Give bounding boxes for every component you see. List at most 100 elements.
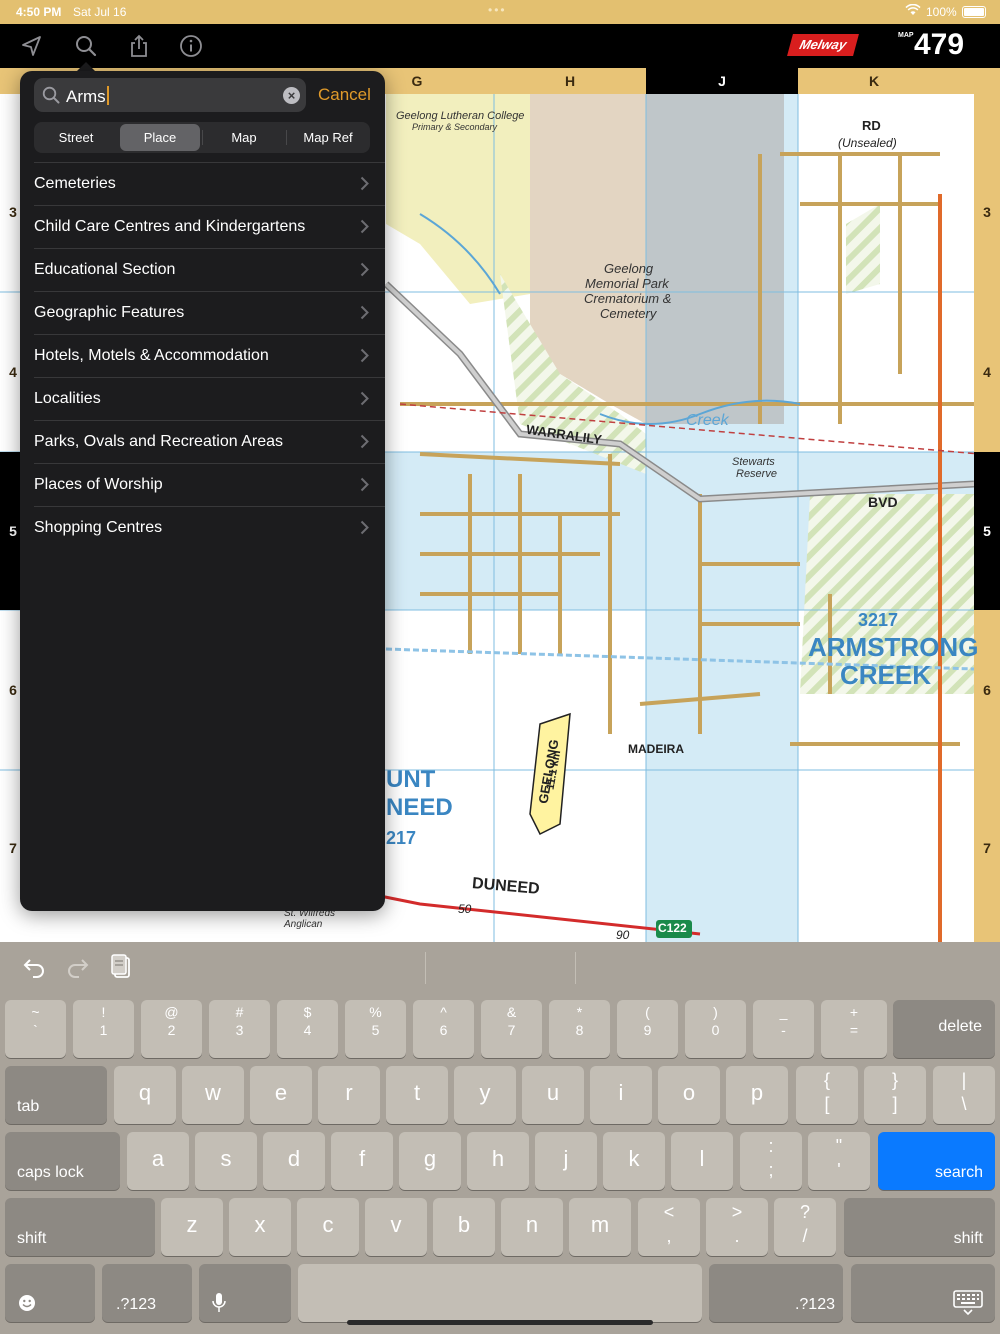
location-arrow-icon[interactable] (20, 34, 44, 58)
key-quote[interactable]: " ' (808, 1132, 870, 1190)
search-key[interactable]: search (878, 1132, 995, 1190)
hide-keyboard-key[interactable] (851, 1264, 995, 1322)
key-l[interactable]: l (671, 1132, 733, 1190)
map-label-anglican: St. Wilfreds Anglican (284, 908, 336, 930)
segment-map[interactable]: Map (204, 124, 284, 151)
redo-icon[interactable] (66, 956, 90, 978)
key-left-bracket[interactable]: {[ (796, 1066, 858, 1124)
map-label-college-sub: Primary & Secondary (412, 122, 498, 132)
key-h[interactable]: h (467, 1132, 529, 1190)
list-item-localities[interactable]: Localities (34, 377, 385, 420)
key-z[interactable]: z (161, 1198, 223, 1256)
map-word-label: MAP (898, 32, 914, 39)
key-u[interactable]: u (522, 1066, 584, 1124)
key-semicolon[interactable]: :; (740, 1132, 802, 1190)
key-right-bracket[interactable]: }] (864, 1066, 926, 1124)
key-t[interactable]: t (386, 1066, 448, 1124)
list-item-shopping[interactable]: Shopping Centres (34, 506, 385, 549)
search-field[interactable]: Arms × (34, 78, 306, 112)
list-item-cemeteries[interactable]: Cemeteries (34, 162, 385, 205)
key-7[interactable]: & 7 (481, 1000, 542, 1058)
key-char: 4 (303, 1022, 312, 1038)
key-8[interactable]: * 8 (549, 1000, 610, 1058)
paste-icon[interactable] (110, 954, 134, 980)
key-k[interactable]: k (603, 1132, 665, 1190)
key-3[interactable]: #3 (209, 1000, 270, 1058)
emoji-key[interactable] (5, 1264, 95, 1322)
map-label-suburb-code: 3217 (858, 610, 899, 630)
list-item-worship[interactable]: Places of Worship (34, 463, 385, 506)
tab-key[interactable]: tab (5, 1066, 107, 1124)
key-5[interactable]: % 5 (345, 1000, 406, 1058)
key-g[interactable]: g (399, 1132, 461, 1190)
key-2[interactable]: @2 (141, 1000, 202, 1058)
key-comma[interactable]: <, (638, 1198, 700, 1256)
tab-label: tab (17, 1098, 40, 1115)
info-icon[interactable] (179, 34, 203, 58)
list-item-hotels[interactable]: Hotels, Motels & Accommodation (34, 334, 385, 377)
shift-key-left[interactable]: shift (5, 1198, 155, 1256)
wifi-icon (905, 4, 921, 15)
key-slash[interactable]: ? / (774, 1198, 836, 1256)
delete-key[interactable]: delete (893, 1000, 995, 1058)
key-6[interactable]: ^ 6 (413, 1000, 474, 1058)
caps-lock-key[interactable]: caps lock (5, 1132, 120, 1190)
search-icon (42, 86, 60, 104)
key-w[interactable]: w (182, 1066, 244, 1124)
search-input[interactable]: Arms (66, 87, 106, 106)
cancel-button[interactable]: Cancel (318, 85, 371, 105)
key-e[interactable]: e (250, 1066, 312, 1124)
key-a[interactable]: a (127, 1132, 189, 1190)
key-shift-char: > (731, 1202, 743, 1222)
dictation-key[interactable] (199, 1264, 291, 1322)
key-backtick[interactable]: ~ ` (5, 1000, 66, 1058)
key-f[interactable]: f (331, 1132, 393, 1190)
list-item-educational[interactable]: Educational Section (34, 248, 385, 291)
segment-street[interactable]: Street (36, 124, 116, 151)
space-bar[interactable] (298, 1264, 702, 1322)
key-1[interactable]: ! 1 (73, 1000, 134, 1058)
key-0[interactable]: ) 0 (685, 1000, 746, 1058)
share-icon[interactable] (127, 34, 151, 58)
list-item-child-care[interactable]: Child Care Centres and Kindergartens (34, 205, 385, 248)
multitasking-dots-icon[interactable]: ••• (488, 3, 507, 17)
key-m[interactable]: m (569, 1198, 631, 1256)
key-i[interactable]: i (590, 1066, 652, 1124)
key-p[interactable]: p (726, 1066, 788, 1124)
key-q[interactable]: q (114, 1066, 176, 1124)
list-item-parks[interactable]: Parks, Ovals and Recreation Areas (34, 420, 385, 463)
key-y[interactable]: y (454, 1066, 516, 1124)
key-backslash[interactable]: | \ (933, 1066, 995, 1124)
suggestion-divider (575, 952, 576, 984)
column-header-k: K (868, 73, 880, 89)
key-period[interactable]: >. (706, 1198, 768, 1256)
map-label-reserve-1: Stewarts (732, 456, 775, 468)
key-j[interactable]: j (535, 1132, 597, 1190)
segment-place[interactable]: Place (120, 124, 200, 151)
key-d[interactable]: d (263, 1132, 325, 1190)
key-v[interactable]: v (365, 1198, 427, 1256)
shift-key-right[interactable]: shift (844, 1198, 995, 1256)
key-n[interactable]: n (501, 1198, 563, 1256)
key-x[interactable]: x (229, 1198, 291, 1256)
key-equals[interactable]: + = (821, 1000, 887, 1058)
key-char: 7 (507, 1022, 516, 1038)
clear-search-icon[interactable]: × (283, 87, 300, 104)
key-c[interactable]: c (297, 1198, 359, 1256)
key-r[interactable]: r (318, 1066, 380, 1124)
segment-map-ref[interactable]: Map Ref (288, 124, 368, 151)
search-icon[interactable] (74, 34, 98, 58)
numbers-key-left[interactable]: .?123 (102, 1264, 192, 1322)
key-4[interactable]: $4 (277, 1000, 338, 1058)
key-minus[interactable]: _ - (753, 1000, 814, 1058)
key-s[interactable]: s (195, 1132, 257, 1190)
key-o[interactable]: o (658, 1066, 720, 1124)
battery-percent: 100% (926, 5, 957, 19)
numbers-key-right[interactable]: .?123 (709, 1264, 843, 1322)
list-item-geographic[interactable]: Geographic Features (34, 291, 385, 334)
map-label-reserve-2: Reserve (736, 468, 777, 480)
undo-icon[interactable] (22, 956, 46, 978)
key-b[interactable]: b (433, 1198, 495, 1256)
key-9[interactable]: (9 (617, 1000, 678, 1058)
map-number[interactable]: 479 (914, 28, 964, 62)
